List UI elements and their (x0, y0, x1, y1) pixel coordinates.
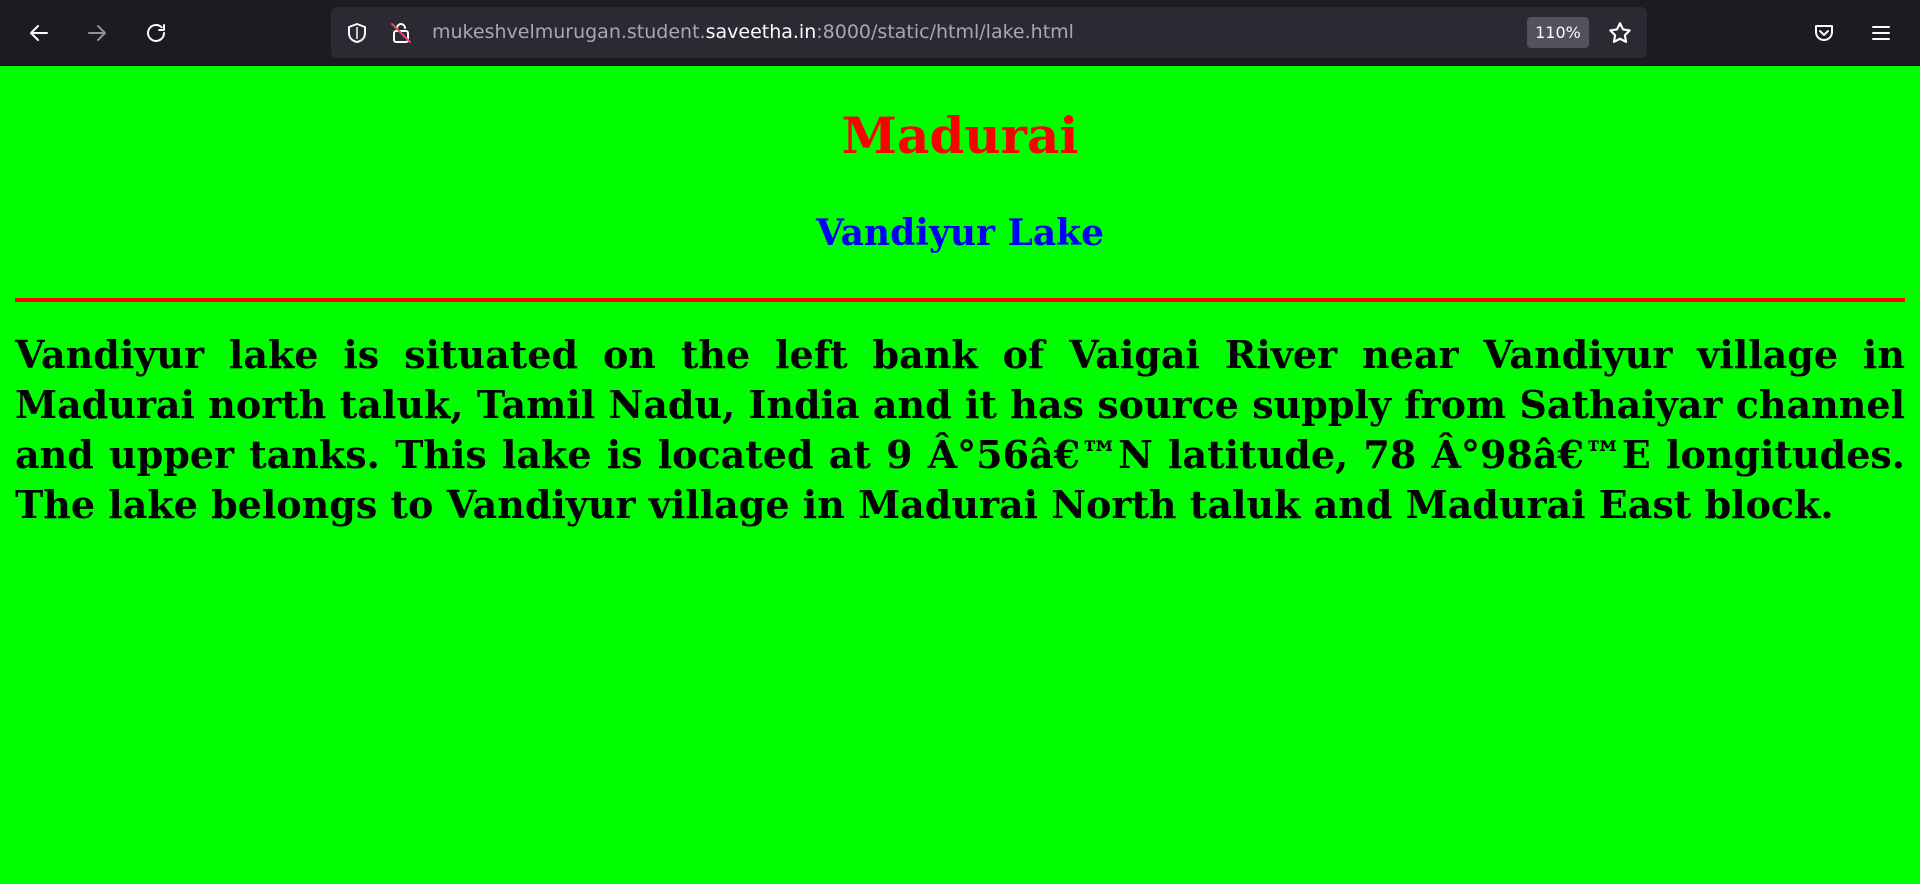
app-menu-button[interactable] (1861, 13, 1901, 53)
insecure-lock-icon (391, 23, 411, 43)
page-subtitle: Vandiyur Lake (815, 212, 1105, 254)
lake-description: Vandiyur lake is situated on the left ba… (15, 332, 1905, 527)
page-title: Madurai (841, 106, 1079, 165)
star-icon (1609, 22, 1631, 43)
bookmark-button[interactable] (1605, 18, 1635, 48)
url-suffix: :8000/static/html/lake.html (816, 21, 1074, 43)
reload-button[interactable] (136, 13, 176, 53)
back-button[interactable] (19, 13, 59, 53)
url-prefix: mukeshvelmurugan.student. (432, 21, 706, 43)
address-bar[interactable]: mukeshvelmurugan.student.saveetha.in:800… (331, 7, 1647, 58)
pocket-button[interactable] (1804, 13, 1844, 53)
zoom-reset-button[interactable]: 110% (1527, 17, 1589, 48)
pocket-icon (1815, 25, 1833, 41)
back-icon (30, 25, 48, 41)
menu-icon (1872, 26, 1890, 40)
forward-button[interactable] (77, 13, 117, 53)
forward-icon (88, 25, 106, 41)
url-text[interactable]: mukeshvelmurugan.student.saveetha.in:800… (432, 7, 1074, 58)
horizontal-rule (15, 298, 1905, 302)
url-domain: saveetha.in (705, 21, 817, 43)
site-security-button[interactable] (388, 20, 414, 46)
reload-icon (147, 24, 165, 42)
browser-toolbar: mukeshvelmurugan.student.saveetha.in:800… (0, 0, 1920, 66)
shield-icon (348, 23, 366, 43)
tracking-protection-button[interactable] (344, 20, 370, 46)
page-content: Madurai Vandiyur Lake Vandiyur lake is s… (0, 66, 1920, 884)
